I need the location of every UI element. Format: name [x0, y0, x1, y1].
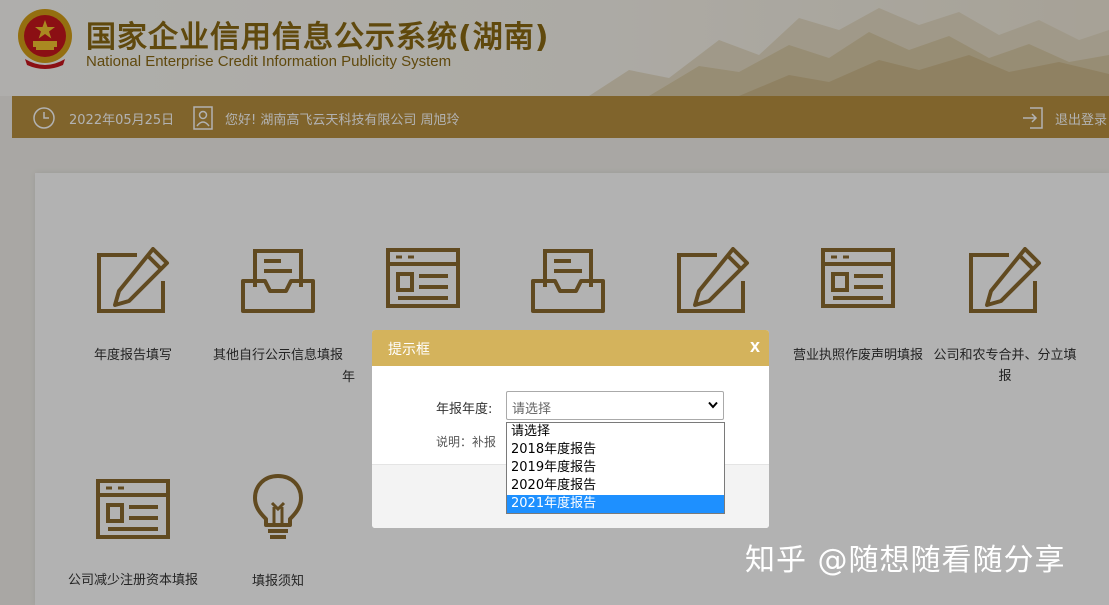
report-year-dropdown: 请选择 2018年度报告 2019年度报告 2020年度报告 2021年度报告 — [506, 422, 725, 514]
report-year-select[interactable]: 请选择 — [506, 391, 724, 420]
zhihu-watermark: 知乎 @随想随看随分享 — [745, 543, 1066, 578]
option-2021-report[interactable]: 2021年度报告 — [507, 495, 724, 513]
option-2019-report[interactable]: 2019年度报告 — [507, 459, 724, 477]
dialog-header: 提示框 x — [372, 330, 769, 366]
option-2018-report[interactable]: 2018年度报告 — [507, 441, 724, 459]
close-icon[interactable]: x — [750, 336, 760, 357]
option-2020-report[interactable]: 2020年度报告 — [507, 477, 724, 495]
dialog-title: 提示框 — [388, 342, 430, 358]
report-year-label: 年报年度: — [436, 402, 493, 417]
chevron-down-icon — [708, 401, 718, 409]
dialog-note: 说明：补报 — [436, 435, 497, 449]
select-current-value: 请选择 — [512, 402, 552, 417]
option-please-select[interactable]: 请选择 — [507, 423, 724, 441]
